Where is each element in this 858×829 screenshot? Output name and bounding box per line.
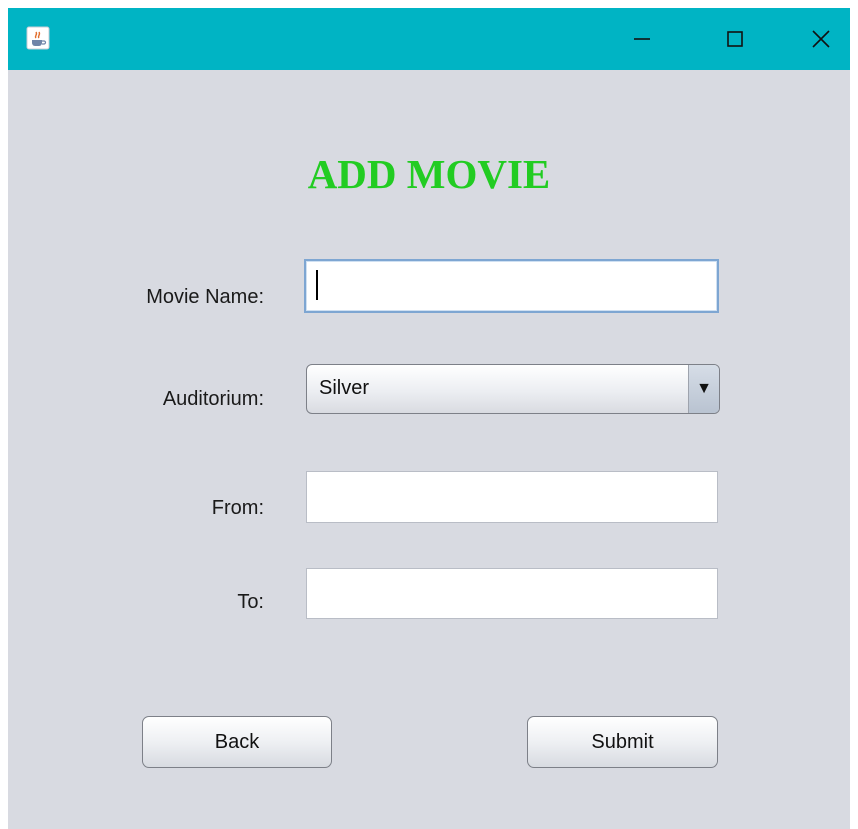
close-button[interactable]: [791, 8, 851, 70]
minimize-icon: [634, 38, 650, 40]
close-icon: [812, 30, 830, 48]
java-cup-icon: [26, 26, 50, 50]
to-label: To:: [237, 591, 264, 613]
from-input[interactable]: [306, 471, 718, 523]
auditorium-selected-value: Silver: [319, 377, 370, 399]
from-label: From:: [211, 497, 264, 519]
maximize-icon: [727, 31, 743, 47]
auditorium-dropdown[interactable]: Silver ▼: [306, 364, 720, 414]
app-window: ADD MOVIE Movie Name: Auditorium: Silver…: [8, 8, 850, 829]
minimize-button[interactable]: [612, 8, 672, 70]
movie-name-input[interactable]: [304, 259, 719, 313]
submit-button[interactable]: Submit: [527, 716, 718, 768]
movie-name-label: Movie Name:: [146, 286, 264, 308]
auditorium-label: Auditorium:: [162, 388, 264, 410]
to-input[interactable]: [306, 568, 718, 619]
text-caret: [316, 270, 318, 300]
dropdown-arrow-icon[interactable]: ▼: [688, 365, 719, 413]
maximize-button[interactable]: [705, 8, 765, 70]
title-bar: [8, 8, 850, 70]
back-button[interactable]: Back: [142, 716, 332, 768]
page-title: ADD MOVIE: [307, 151, 551, 197]
